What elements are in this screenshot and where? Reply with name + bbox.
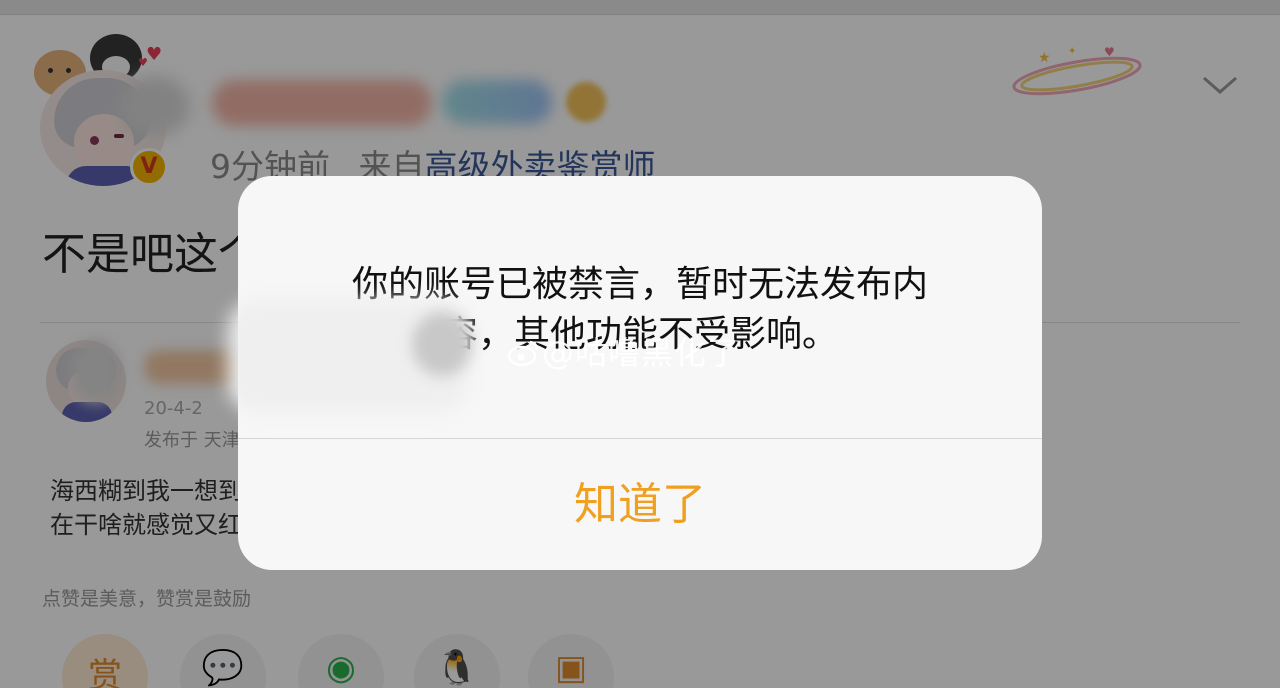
- watermark: @咕噜黑化了: [506, 328, 740, 374]
- screen: ♥ ♥ V 9分钟前 来自高级外卖鉴赏师 不是吧这个 ★ ♥ ✦ 20-4-2 …: [0, 0, 1280, 688]
- blurred-region: [412, 312, 472, 376]
- watermark-text: @咕噜黑化了: [542, 334, 741, 372]
- got-it-button[interactable]: 知道了: [238, 439, 1042, 570]
- weibo-logo-icon: [507, 340, 539, 367]
